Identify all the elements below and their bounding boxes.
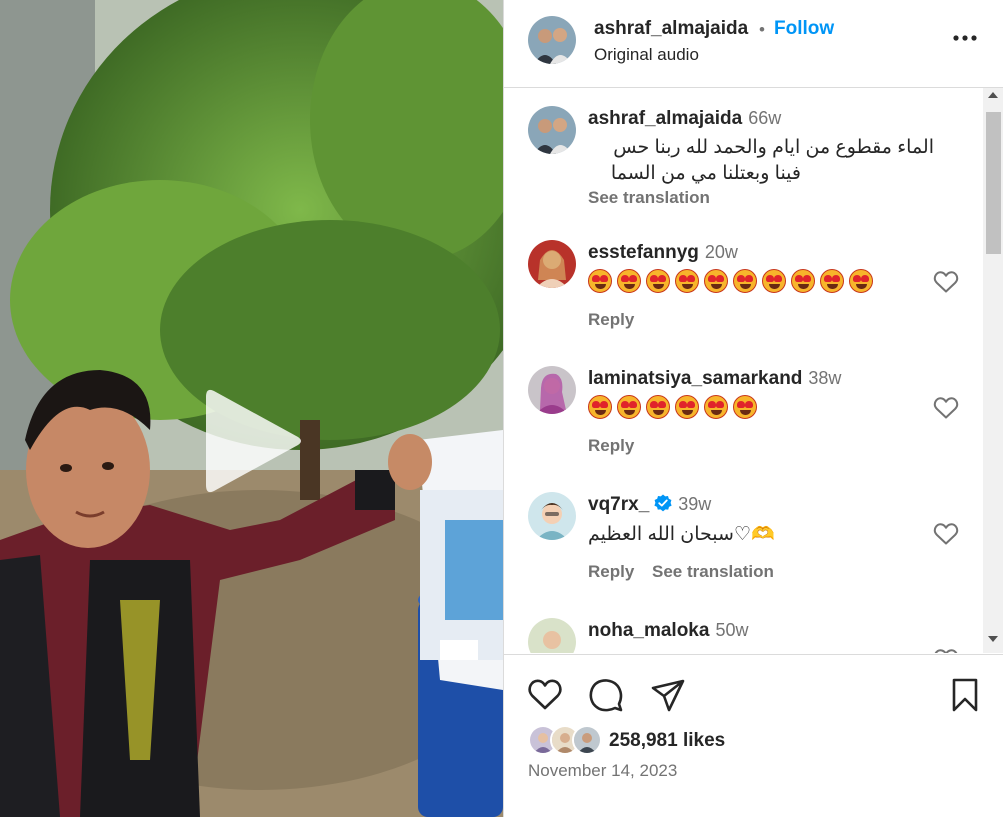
more-options-button[interactable] bbox=[950, 26, 980, 50]
comment-username[interactable]: esstefannyg 20w bbox=[588, 242, 738, 264]
comment-like-button[interactable] bbox=[933, 648, 959, 653]
heart-eyes-emoji bbox=[849, 269, 873, 293]
heart-eyes-emoji bbox=[675, 269, 699, 293]
comments-scrollbar[interactable] bbox=[983, 88, 1003, 653]
heart-icon bbox=[528, 679, 562, 710]
caption-see-translation[interactable]: See translation bbox=[588, 188, 710, 208]
comment-emojis bbox=[588, 395, 762, 419]
heart-eyes-emoji bbox=[675, 395, 699, 419]
post-video[interactable] bbox=[0, 0, 503, 817]
heart-eyes-emoji bbox=[704, 395, 728, 419]
likes-count[interactable]: 258,981 likes bbox=[609, 730, 725, 752]
share-icon bbox=[651, 679, 685, 712]
verified-badge-icon bbox=[654, 494, 672, 512]
bookmark-icon bbox=[952, 678, 978, 712]
post-details-panel: ashraf_almajaida • Follow Original audio bbox=[503, 0, 1003, 817]
comment-time: 39w bbox=[678, 494, 712, 514]
author-username[interactable]: ashraf_almajaida bbox=[594, 18, 748, 40]
comment-emojis bbox=[588, 269, 878, 293]
heart-icon bbox=[933, 523, 959, 545]
post-date[interactable]: November 14, 2023 bbox=[528, 761, 677, 781]
heart-eyes-emoji bbox=[762, 269, 786, 293]
commenter-avatar[interactable] bbox=[528, 492, 576, 540]
commenter-avatar[interactable] bbox=[528, 366, 576, 414]
comment-icon bbox=[589, 679, 623, 712]
scroll-thumb[interactable] bbox=[986, 112, 1001, 254]
caption-text-line1: الماء مقطوع من ايام والحمد لله ربنا حس bbox=[613, 137, 934, 158]
heart-eyes-emoji bbox=[733, 269, 757, 293]
author-avatar[interactable] bbox=[528, 16, 576, 64]
liker-avatar bbox=[572, 725, 602, 755]
caption-avatar[interactable] bbox=[528, 106, 576, 154]
heart-eyes-emoji bbox=[646, 269, 670, 293]
comment-hearts: ❤❤❤ bbox=[588, 648, 643, 653]
comment-text: سبحان الله العظيم♡🫶 bbox=[588, 524, 775, 545]
comment-time: 50w bbox=[715, 620, 749, 640]
play-icon bbox=[206, 389, 301, 493]
comment-time: 20w bbox=[704, 242, 738, 262]
comment-like-button[interactable] bbox=[933, 270, 959, 294]
comment-username[interactable]: noha_maloka 50w bbox=[588, 620, 748, 642]
heart-eyes-emoji bbox=[617, 269, 641, 293]
audio-label[interactable]: Original audio bbox=[594, 45, 699, 65]
heart-eyes-emoji bbox=[588, 269, 612, 293]
heart-eyes-emoji bbox=[704, 269, 728, 293]
save-button[interactable] bbox=[947, 677, 983, 713]
heart-eyes-emoji bbox=[791, 269, 815, 293]
comment-username[interactable]: laminatsiya_samarkand 38w bbox=[588, 368, 841, 390]
commenter-avatar[interactable] bbox=[528, 240, 576, 288]
heart-icon bbox=[933, 397, 959, 419]
comment-see-translation[interactable]: See translation bbox=[652, 562, 774, 582]
heart-icon bbox=[933, 271, 959, 293]
more-horizontal-icon bbox=[953, 35, 977, 41]
heart-eyes-emoji bbox=[646, 395, 670, 419]
play-button[interactable] bbox=[200, 385, 310, 495]
comment-like-button[interactable] bbox=[933, 396, 959, 420]
heart-eyes-emoji bbox=[733, 395, 757, 419]
like-button[interactable] bbox=[527, 677, 563, 713]
heart-eyes-emoji bbox=[588, 395, 612, 419]
caption-time: 66w bbox=[748, 108, 782, 128]
comment-username[interactable]: vq7rx_ 39w bbox=[588, 494, 711, 516]
reply-button[interactable]: Reply bbox=[588, 562, 634, 582]
liked-by-avatars[interactable] bbox=[528, 725, 606, 757]
comment-button[interactable] bbox=[588, 677, 624, 713]
scroll-down-arrow-icon[interactable] bbox=[988, 636, 998, 642]
comment-time: 38w bbox=[808, 368, 842, 388]
scroll-up-arrow-icon[interactable] bbox=[988, 92, 998, 98]
reply-button[interactable]: Reply bbox=[588, 436, 634, 456]
reply-button[interactable]: Reply bbox=[588, 310, 634, 330]
heart-eyes-emoji bbox=[617, 395, 641, 419]
comments-list[interactable]: ashraf_almajaida 66w الماء مقطوع من ايام … bbox=[504, 88, 1003, 653]
commenter-avatar[interactable] bbox=[528, 618, 576, 653]
share-button[interactable] bbox=[650, 677, 686, 713]
heart-icon bbox=[934, 649, 958, 653]
post-header: ashraf_almajaida • Follow Original audio bbox=[504, 0, 1003, 88]
heart-eyes-emoji bbox=[820, 269, 844, 293]
caption-text-line2: فينا وبعتلنا مي من السما bbox=[610, 163, 801, 184]
post-actions: 258,981 likes November 14, 2023 bbox=[504, 654, 1003, 817]
follow-button[interactable]: Follow bbox=[774, 18, 834, 40]
comment-like-button[interactable] bbox=[933, 522, 959, 546]
caption-username[interactable]: ashraf_almajaida 66w bbox=[588, 108, 781, 130]
separator-dot: • bbox=[759, 20, 765, 39]
